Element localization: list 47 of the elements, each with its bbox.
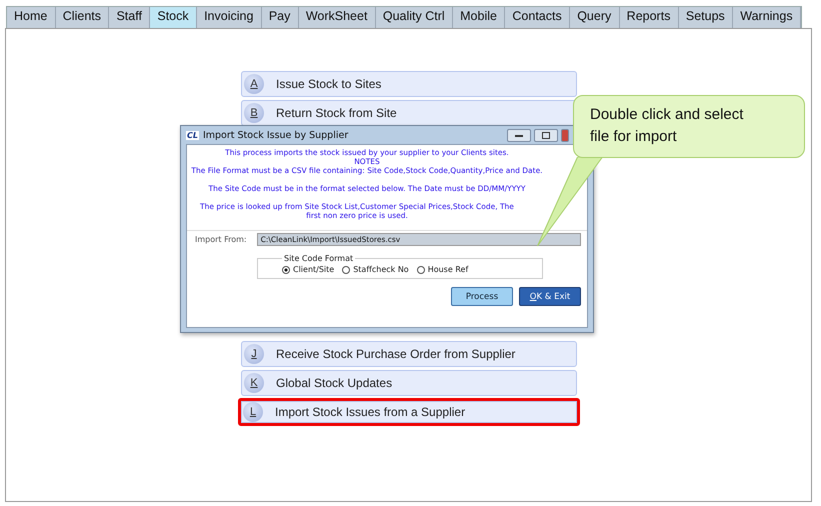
menu-item-label: Return Stock from Site	[276, 106, 397, 120]
radio-option[interactable]: Client/Site	[282, 265, 334, 274]
letter-badge: K	[244, 373, 264, 393]
import-from-label: Import From:	[195, 235, 247, 244]
tab[interactable]: Warnings	[733, 7, 802, 28]
tab[interactable]: Stock	[150, 7, 198, 28]
tab[interactable]: Home	[7, 7, 56, 28]
letter-badge: A	[244, 74, 264, 94]
radio-option[interactable]: Staffcheck No	[342, 265, 409, 274]
menu-item-label: Issue Stock to Sites	[276, 77, 382, 91]
tab[interactable]: Setups	[678, 7, 734, 28]
app-logo: CL	[186, 130, 199, 140]
letter-badge: L	[243, 402, 263, 422]
tab[interactable]: Quality Ctrl	[376, 7, 454, 28]
minimize-button[interactable]	[507, 128, 531, 142]
menu-item-label: Receive Stock Purchase Order from Supplier	[276, 347, 516, 361]
tab[interactable]: Pay	[262, 7, 299, 28]
menu-item[interactable]: J Receive Stock Purchase Order from Supplier	[241, 341, 577, 367]
tab[interactable]: Reports	[620, 7, 679, 28]
ok-exit-button[interactable]: OK & Exit	[519, 287, 581, 306]
maximize-button[interactable]	[534, 128, 558, 142]
menu-item[interactable]: B Return Stock from Site	[241, 100, 577, 126]
tab[interactable]: Query	[570, 7, 620, 28]
callout-bubble: Double click and select file for import	[573, 95, 805, 158]
menu-item[interactable]: K Global Stock Updates	[241, 370, 577, 396]
tab[interactable]: Mobile	[453, 7, 506, 28]
radio-icon[interactable]	[282, 266, 290, 274]
process-button[interactable]: Process	[451, 287, 513, 306]
letter-badge: J	[244, 344, 264, 364]
tab[interactable]: Clients	[56, 7, 110, 28]
radio-icon[interactable]	[416, 266, 425, 274]
tab[interactable]: Invoicing	[197, 7, 262, 28]
tab[interactable]: Staff	[109, 7, 150, 28]
maximize-icon	[542, 132, 550, 138]
menu-item[interactable]: L Import Stock Issues from a Supplier	[238, 398, 580, 426]
group-title: Site Code Format	[283, 254, 354, 263]
menu-item-label: Import Stock Issues from a Supplier	[275, 405, 466, 419]
radio-icon[interactable]	[342, 266, 350, 274]
radio-option[interactable]: House Ref	[416, 265, 468, 274]
menu-item-label: Global Stock Updates	[276, 376, 392, 390]
letter-badge: B	[244, 103, 264, 123]
menu-item[interactable]: A Issue Stock to Sites	[241, 71, 577, 97]
tab[interactable]: WorkSheet	[298, 7, 376, 28]
dialog-title: Import Stock Issue by Supplier	[202, 130, 348, 140]
minimize-icon	[515, 134, 523, 136]
close-button[interactable]	[561, 128, 569, 142]
tab[interactable]: Contacts	[505, 7, 570, 28]
